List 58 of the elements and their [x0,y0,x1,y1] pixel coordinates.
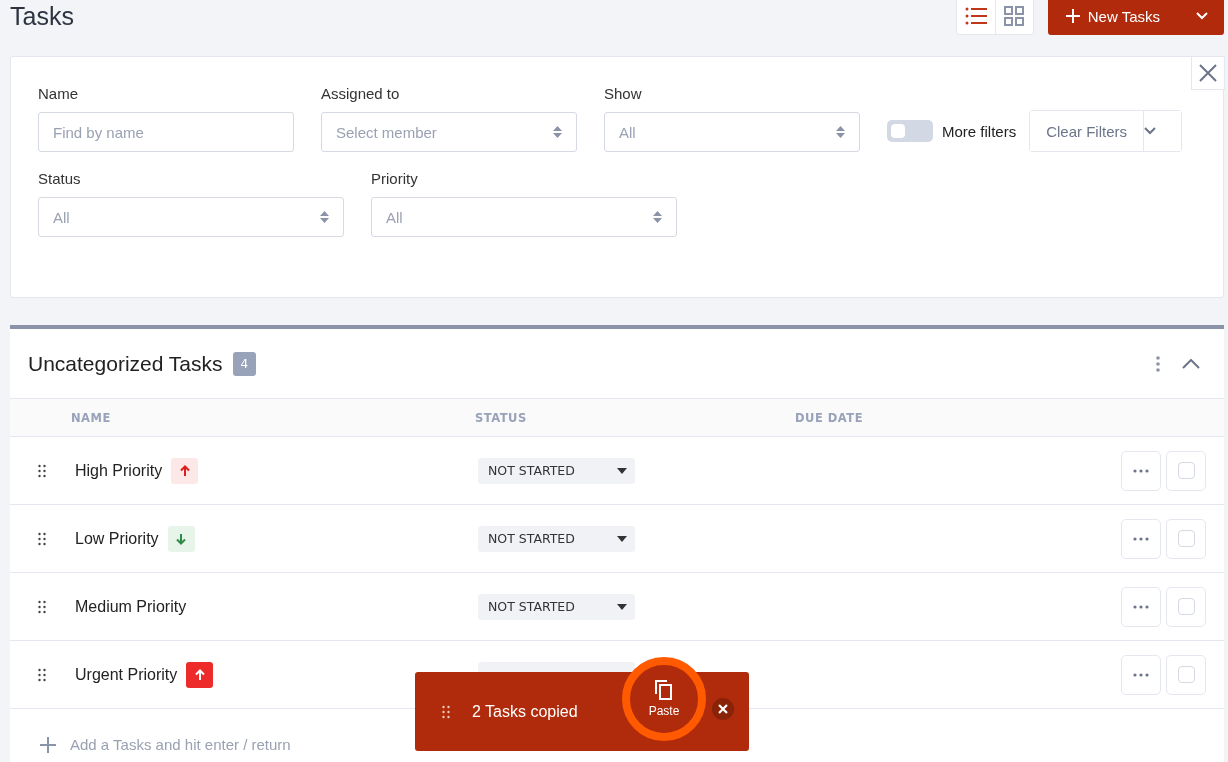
sort-arrows-icon [653,210,662,224]
list-icon [964,7,987,25]
paste-button[interactable]: Paste [622,656,706,741]
field-label: Status [38,170,82,187]
toggle-switch[interactable] [887,120,933,142]
column-header: STATUS [475,410,528,425]
task-name: Urgent Priority [75,665,178,684]
ellipsis-icon [1133,604,1149,609]
drag-handle-icon[interactable] [38,667,46,682]
caret-icon [617,603,627,610]
sort-arrows-icon [836,125,845,139]
status-dropdown[interactable]: NOT STARTED [478,593,635,620]
vertical-dots-icon [1156,355,1160,372]
group-title: Uncategorized Tasks [28,351,223,376]
caret-icon [617,535,627,542]
status-dropdown[interactable]: NOT STARTED [478,525,635,552]
task-name: Low Priority [75,529,159,548]
caret-icon [1196,12,1208,20]
new-tasks-button[interactable]: New Tasks [1047,0,1224,35]
name-input[interactable]: Find by name [38,112,294,152]
count-badge: 4 [232,351,257,376]
caret-icon [1144,127,1157,135]
close-button[interactable] [1191,56,1225,90]
row-checkbox[interactable] [1177,462,1195,479]
grid-icon [1004,6,1025,26]
row-checkbox[interactable] [1177,530,1195,547]
row-checkbox[interactable] [1177,666,1195,683]
drag-handle-icon[interactable] [38,463,46,478]
sort-arrows-icon [553,125,562,139]
field-label: Name [38,85,79,102]
toast-message: 2 Tasks copied [472,702,579,721]
caret-icon [617,467,627,474]
ellipsis-icon [1133,536,1149,541]
toggle-label: More filters [942,122,1017,140]
field-label: Show [604,85,643,102]
ellipsis-icon [1133,672,1149,677]
drag-handle-icon[interactable] [442,704,450,719]
column-header: DUE DATE [795,410,863,425]
field-label: Assigned to [321,85,401,102]
status-dropdown[interactable]: NOT STARTED [478,457,635,484]
copy-icon [655,679,673,700]
page-title: Tasks [10,1,74,31]
close-icon [718,703,728,714]
plus-icon [1065,9,1080,23]
dropdown-button[interactable] [1143,111,1182,151]
plus-icon [40,736,56,753]
close-button[interactable] [712,697,734,720]
ellipsis-icon [1133,468,1149,473]
sort-arrows-icon [320,210,329,224]
field-label: Priority [371,170,419,187]
column-header: NAME [71,410,112,425]
task-name: High Priority [75,461,163,480]
row-checkbox[interactable] [1177,598,1195,615]
drag-handle-icon[interactable] [38,599,46,614]
drag-handle-icon[interactable] [38,531,46,546]
task-name: Medium Priority [75,597,187,616]
close-icon [1199,64,1217,82]
chevron-icon [1182,358,1200,369]
